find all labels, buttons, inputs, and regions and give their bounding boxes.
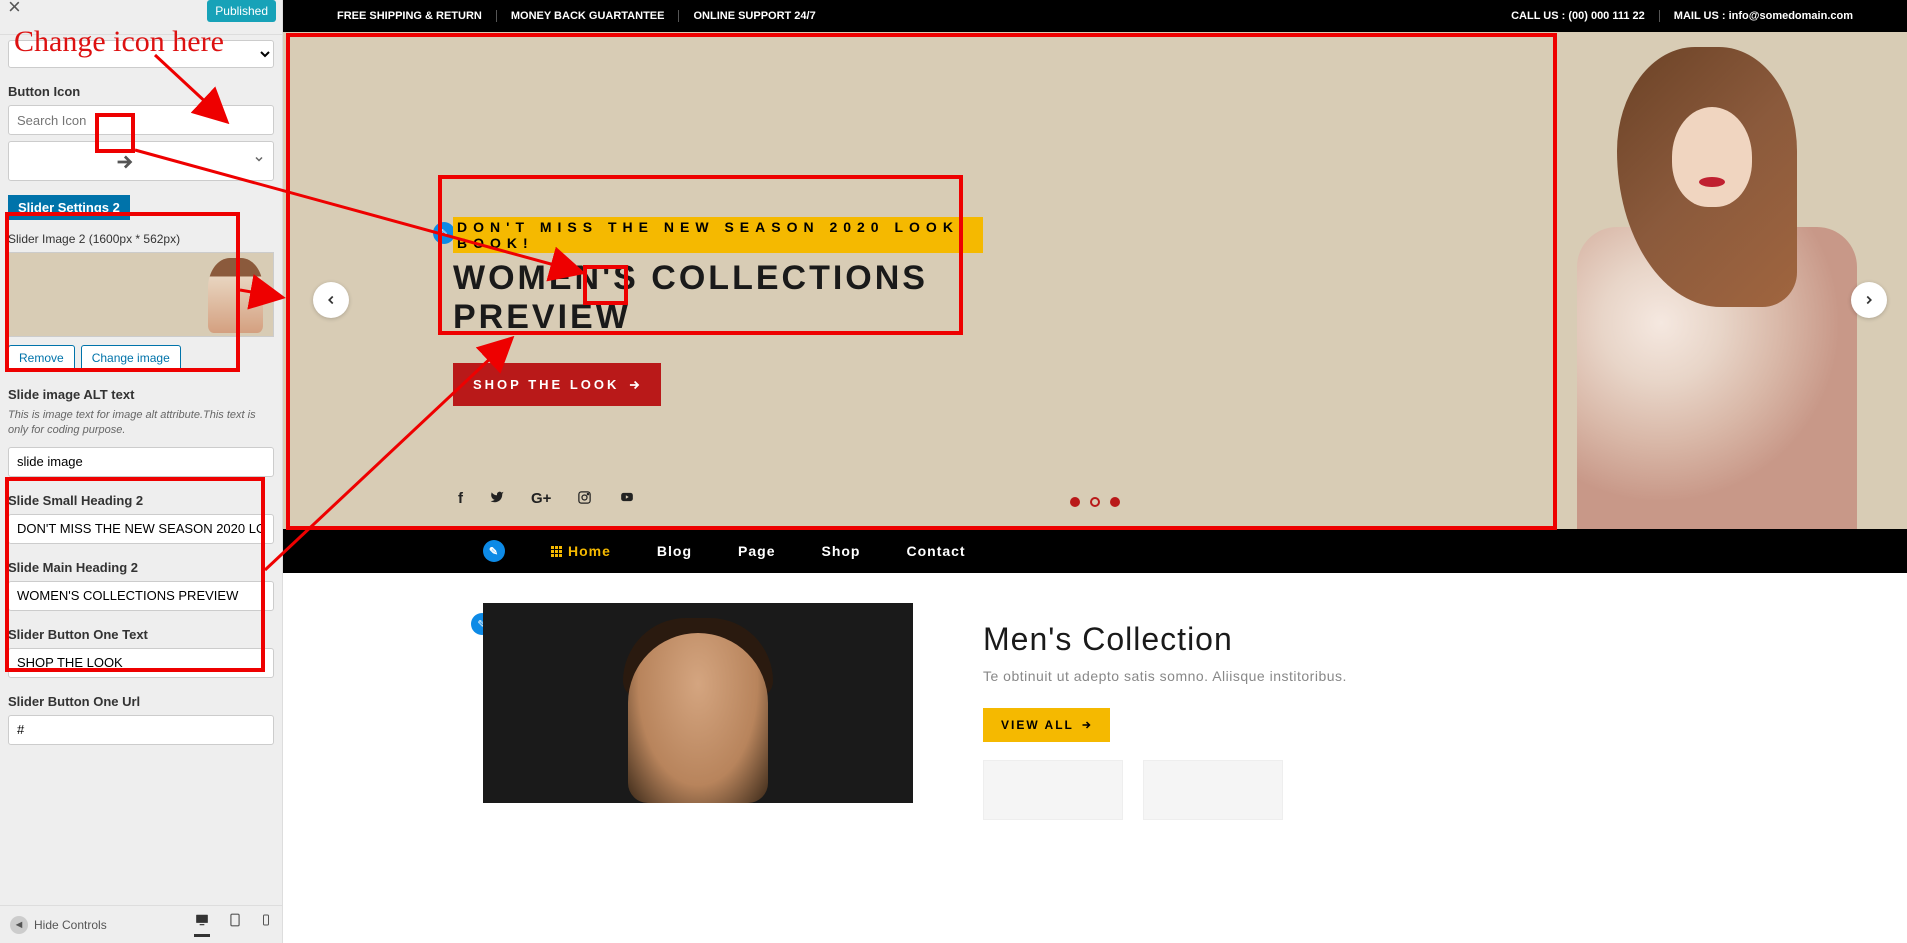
small-heading-label: Slide Small Heading 2	[8, 493, 274, 508]
sidebar-body: Button Icon Slider Settings 2 Slider Ima…	[0, 35, 282, 905]
arrow-right-icon	[1080, 719, 1092, 731]
grid-icon	[551, 546, 562, 557]
facebook-icon[interactable]: f	[458, 490, 463, 509]
nav-blog[interactable]: Blog	[657, 543, 692, 559]
nav-home-label: Home	[568, 543, 611, 559]
slider-next-button[interactable]	[1851, 282, 1887, 318]
remove-button[interactable]: Remove	[8, 345, 75, 371]
hero-small-heading: DON'T MISS THE NEW SEASON 2020 LOOK BOOK…	[453, 217, 983, 253]
nav-home[interactable]: Home	[551, 543, 611, 559]
mini-product[interactable]	[1143, 760, 1283, 820]
published-badge[interactable]: Published	[207, 0, 276, 22]
topbar-call: CALL US : (00) 000 111 22	[1497, 10, 1660, 22]
mobile-icon[interactable]	[260, 913, 272, 937]
youtube-icon[interactable]	[618, 490, 636, 509]
instagram-icon[interactable]	[577, 490, 592, 509]
chevron-left-icon	[324, 293, 338, 307]
mens-title: Men's Collection	[983, 621, 1907, 658]
button-text-label: Slider Button One Text	[8, 627, 274, 642]
view-all-label: VIEW ALL	[1001, 718, 1074, 732]
arrow-right-icon	[104, 142, 144, 182]
sidebar-footer: ◄ Hide Controls	[0, 905, 282, 943]
change-image-button[interactable]: Change image	[81, 345, 181, 371]
live-preview: FREE SHIPPING & RETURN MONEY BACK GUARTA…	[283, 0, 1907, 943]
hero-main-heading: WOMEN'S COLLECTIONS PREVIEW	[453, 259, 983, 337]
alt-text-help: This is image text for image alt attribu…	[8, 408, 274, 439]
chevron-down-icon	[253, 152, 265, 168]
close-icon[interactable]: ×	[8, 0, 21, 20]
topbar-support: ONLINE SUPPORT 24/7	[679, 10, 829, 22]
alt-text-input[interactable]	[8, 447, 274, 477]
slider-prev-button[interactable]	[313, 282, 349, 318]
small-heading-input[interactable]	[8, 514, 274, 544]
edit-icon[interactable]: ✎	[433, 222, 455, 244]
slider-image-label: Slider Image 2 (1600px * 562px)	[8, 232, 274, 246]
button-icon-label: Button Icon	[8, 84, 274, 99]
hide-controls-label: Hide Controls	[34, 918, 107, 932]
alt-text-label: Slide image ALT text	[8, 387, 274, 402]
hero-model-image	[1477, 47, 1877, 529]
slider-dot-1[interactable]	[1070, 497, 1080, 507]
mens-collection-section: ✎ Men's Collection Te obtinuit ut adepto…	[283, 573, 1907, 820]
customizer-sidebar: × Published Button Icon Slider Settings …	[0, 0, 283, 943]
hero-slider: ✎ DON'T MISS THE NEW SEASON 2020 LOOK BO…	[283, 32, 1907, 529]
desktop-icon[interactable]	[194, 913, 210, 937]
slider-settings-badge: Slider Settings 2	[8, 195, 130, 220]
google-plus-icon[interactable]: G+	[531, 490, 551, 509]
annotation-label: Change icon here	[14, 25, 224, 59]
tablet-icon[interactable]	[228, 913, 242, 937]
arrow-right-icon	[627, 378, 641, 392]
social-icons: f G+	[458, 490, 636, 509]
mini-product[interactable]	[983, 760, 1123, 820]
slider-dot-3[interactable]	[1110, 497, 1120, 507]
nav-contact[interactable]: Contact	[906, 543, 965, 559]
main-heading-label: Slide Main Heading 2	[8, 560, 274, 575]
button-url-label: Slider Button One Url	[8, 694, 274, 709]
edit-icon[interactable]: ✎	[483, 540, 505, 562]
slider-dots	[1070, 497, 1120, 507]
main-nav: ✎ Home Blog Page Shop Contact	[283, 529, 1907, 573]
nav-page[interactable]: Page	[738, 543, 775, 559]
view-all-button[interactable]: VIEW ALL	[983, 708, 1110, 742]
chevron-left-icon: ◄	[10, 916, 28, 934]
search-icon-input[interactable]	[8, 105, 274, 135]
topbar-money: MONEY BACK GUARTANTEE	[497, 10, 680, 22]
hide-controls-button[interactable]: ◄ Hide Controls	[10, 916, 107, 934]
icon-picker[interactable]	[8, 141, 274, 181]
slide-thumbnail[interactable]	[8, 252, 274, 337]
main-heading-input[interactable]	[8, 581, 274, 611]
hero-text-block: DON'T MISS THE NEW SEASON 2020 LOOK BOOK…	[453, 217, 983, 406]
slider-dot-2[interactable]	[1090, 497, 1100, 507]
site-topbar: FREE SHIPPING & RETURN MONEY BACK GUARTA…	[283, 0, 1907, 32]
shop-button-label: SHOP THE LOOK	[473, 377, 619, 392]
mens-subtitle: Te obtinuit ut adepto satis somno. Aliis…	[983, 668, 1907, 684]
button-text-input[interactable]	[8, 648, 274, 678]
button-url-input[interactable]	[8, 715, 274, 745]
twitter-icon[interactable]	[489, 490, 505, 509]
shop-the-look-button[interactable]: SHOP THE LOOK	[453, 363, 661, 406]
nav-shop[interactable]: Shop	[821, 543, 860, 559]
mens-image	[483, 603, 913, 803]
chevron-right-icon	[1862, 293, 1876, 307]
topbar-mail: MAIL US : info@somedomain.com	[1660, 10, 1867, 22]
topbar-shipping: FREE SHIPPING & RETURN	[323, 10, 497, 22]
